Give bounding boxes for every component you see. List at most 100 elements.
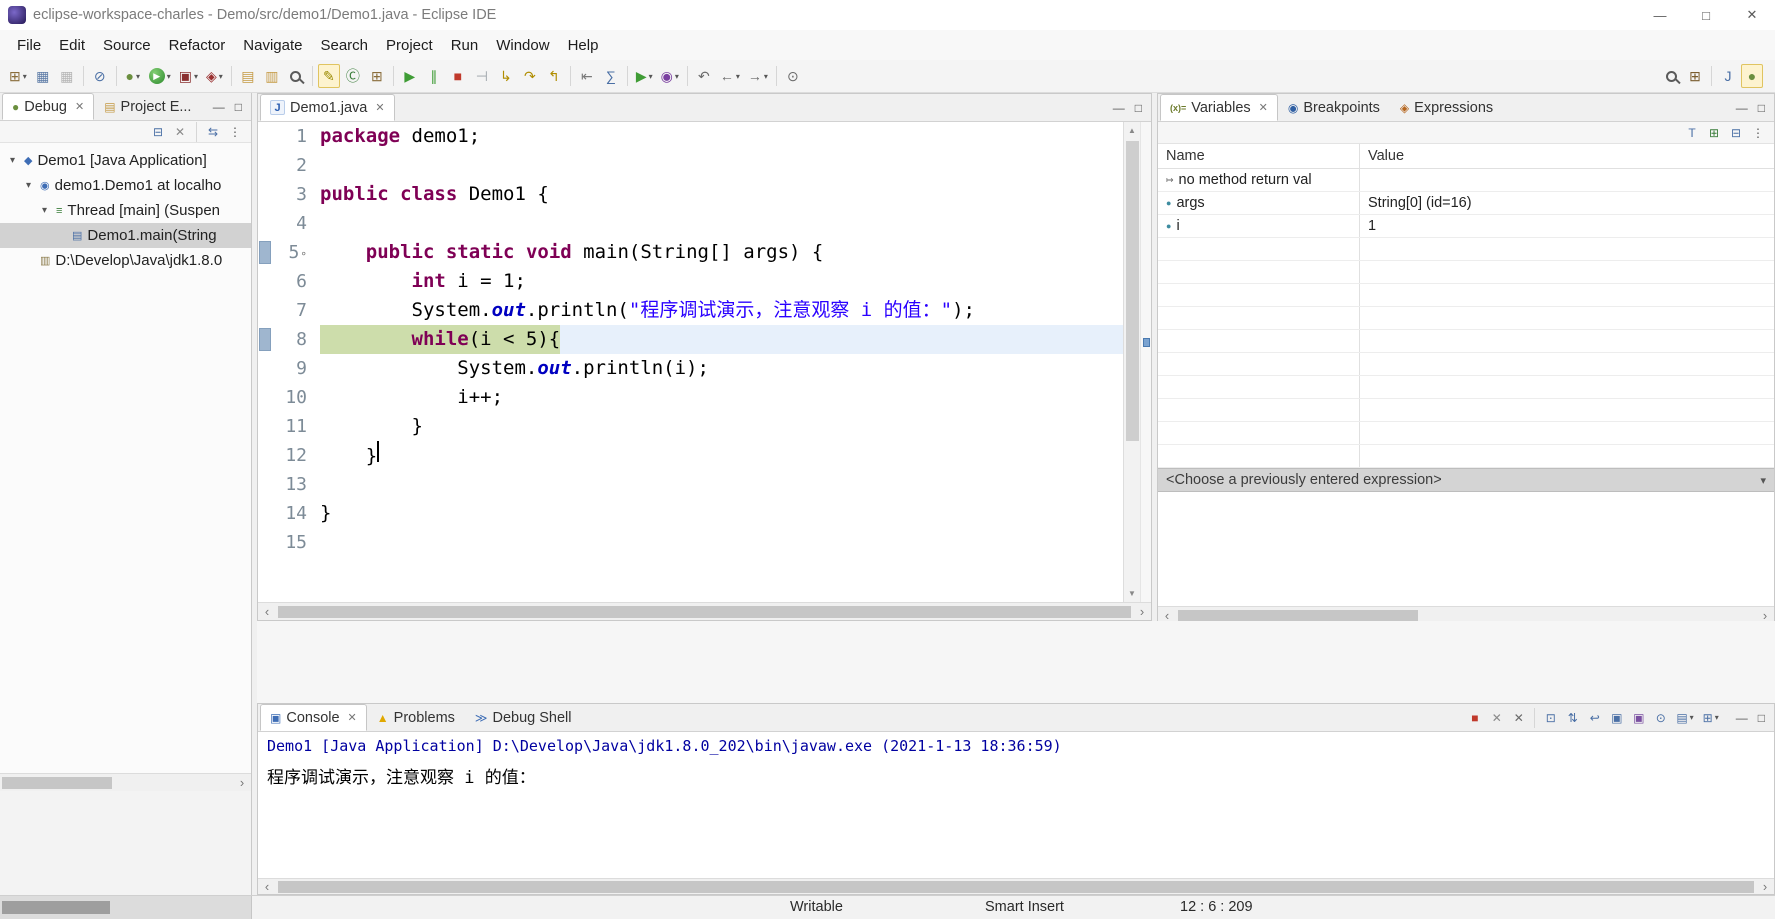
window-maximize-button[interactable]: □ (1683, 0, 1729, 30)
word-wrap-icon[interactable]: ↩ (1585, 708, 1604, 728)
suspend-icon[interactable]: ∥ (423, 64, 445, 88)
console-hscroll[interactable]: ‹ › (258, 878, 1774, 894)
annotation-ruler[interactable] (258, 209, 272, 238)
scroll-right-icon[interactable]: › (1756, 879, 1774, 894)
new-java-package-icon[interactable]: ⊞ (366, 64, 388, 88)
code-line-3[interactable]: 3public class Demo1 { (258, 180, 1123, 209)
terminate-icon[interactable]: ■ (447, 64, 469, 88)
run-external-tools-icon[interactable]: ◈▾ (203, 64, 226, 88)
code-line-6[interactable]: 6 int i = 1; (258, 267, 1123, 296)
column-header-name[interactable]: Name (1158, 144, 1360, 168)
tree-collapse-icon[interactable]: ▾ (6, 155, 19, 166)
scroll-left-icon[interactable]: ‹ (258, 604, 276, 619)
code-line-9[interactable]: 9 System.out.println(i); (258, 354, 1123, 383)
annotation-ruler[interactable] (258, 151, 272, 180)
show-logical-structures-icon[interactable]: ⊞ (1705, 124, 1723, 142)
code-text[interactable]: public static void main(String[] args) { (316, 238, 1123, 267)
menu-help[interactable]: Help (559, 33, 608, 58)
debug-icon[interactable]: ●▾ (122, 64, 144, 88)
editor-vscroll[interactable]: ▲ ▼ (1123, 122, 1140, 602)
tree-item-thread[interactable]: ▾≡Thread [main] (Suspen (0, 198, 251, 223)
show-type-names-icon[interactable]: T (1683, 124, 1701, 142)
window-close-button[interactable]: ✕ (1729, 0, 1775, 30)
close-icon[interactable]: ✕ (375, 101, 384, 114)
code-text[interactable]: } (316, 412, 1123, 441)
scroll-right-icon[interactable]: › (1133, 604, 1151, 619)
code-line-7[interactable]: 7 System.out.println("程序调试演示，注意观察 i 的值："… (258, 296, 1123, 325)
tab-console[interactable]: ▣ Console ✕ (260, 704, 367, 731)
pin-console-icon[interactable]: ⊙ (1651, 708, 1670, 728)
variable-row-args[interactable]: ●argsString[0] (id=16) (1158, 192, 1774, 215)
code-text[interactable]: i++; (316, 383, 1123, 412)
code-line-14[interactable]: 14} (258, 499, 1123, 528)
code-text[interactable]: public class Demo1 { (316, 180, 1123, 209)
code-text[interactable] (316, 209, 1123, 238)
previous-edit-location-icon[interactable]: ↶ (693, 64, 715, 88)
tab-expressions[interactable]: ◈ Expressions (1390, 94, 1503, 121)
tab-project-explorer[interactable]: ▤ Project E... (94, 93, 201, 120)
coverage-icon[interactable]: ▣▾ (176, 64, 201, 88)
scroll-up-icon[interactable]: ▲ (1128, 122, 1136, 139)
terminate-icon[interactable]: ■ (1465, 708, 1484, 728)
menu-source[interactable]: Source (94, 33, 160, 58)
tab-breakpoints[interactable]: ◉ Breakpoints (1278, 94, 1390, 121)
code-text[interactable]: package demo1; (316, 122, 1123, 151)
scrollbar-thumb[interactable] (2, 901, 110, 914)
scrollbar-thumb[interactable] (278, 881, 1754, 893)
scroll-right-icon[interactable]: › (233, 775, 251, 790)
menu-project[interactable]: Project (377, 33, 442, 58)
remove-launch-icon[interactable]: ✕ (1487, 708, 1506, 728)
code-line-15[interactable]: 15 (258, 528, 1123, 557)
annotation-ruler[interactable] (258, 499, 272, 528)
annotation-ruler[interactable] (258, 412, 272, 441)
current-line-marker[interactable] (1143, 338, 1150, 347)
statusbar-left-scrollbar[interactable] (0, 896, 252, 919)
scrollbar-thumb[interactable] (278, 606, 1131, 618)
code-text[interactable]: int i = 1; (316, 267, 1123, 296)
annotation-ruler[interactable] (258, 325, 272, 354)
open-folder-icon[interactable]: ▤ (237, 64, 259, 88)
show-console-on-stdout-icon[interactable]: ▣ (1607, 708, 1626, 728)
tab-variables[interactable]: (x)= Variables ✕ (1160, 94, 1278, 121)
tree-item-stack-frame[interactable]: ▤Demo1.main(String (0, 223, 251, 248)
tree-item-debug-target[interactable]: ▾◉demo1.Demo1 at localho (0, 173, 251, 198)
code-line-2[interactable]: 2 (258, 151, 1123, 180)
debug-view-menu-icon[interactable]: ⋮ (226, 123, 244, 141)
code-line-10[interactable]: 10 i++; (258, 383, 1123, 412)
maximize-icon[interactable]: □ (1758, 101, 1765, 115)
tab-debug-shell[interactable]: ≫ Debug Shell (465, 704, 582, 731)
close-icon[interactable]: ✕ (75, 100, 84, 113)
annotation-ruler[interactable] (258, 441, 272, 470)
annotation-ruler[interactable] (258, 122, 272, 151)
use-step-filters-icon[interactable]: ∑ (600, 64, 622, 88)
tab-demo1-java[interactable]: J Demo1.java ✕ (260, 94, 395, 121)
open-console-icon[interactable]: ⊞▾ (1700, 708, 1722, 728)
code-text[interactable] (316, 528, 1123, 557)
menu-search[interactable]: Search (311, 33, 377, 58)
code-line-12[interactable]: 12 } (258, 441, 1123, 470)
code-line-5[interactable]: 5∘ public static void main(String[] args… (258, 238, 1123, 267)
annotation-ruler[interactable] (258, 354, 272, 383)
tree-item-java-application[interactable]: ▾◆Demo1 [Java Application] (0, 148, 251, 173)
maximize-icon[interactable]: □ (1135, 101, 1142, 115)
variables-detail-pane[interactable] (1158, 492, 1774, 606)
drop-to-frame-icon[interactable]: ⇤ (576, 64, 598, 88)
scrollbar-thumb[interactable] (1178, 610, 1418, 622)
remove-all-terminated-launches-icon[interactable]: ✕ (171, 123, 189, 141)
clear-console-icon[interactable]: ⊡ (1541, 708, 1560, 728)
column-header-value[interactable]: Value (1360, 148, 1774, 164)
code-line-13[interactable]: 13 (258, 470, 1123, 499)
new-java-class-icon[interactable]: Ⓒ (342, 64, 364, 88)
menu-navigate[interactable]: Navigate (234, 33, 311, 58)
menu-edit[interactable]: Edit (50, 33, 94, 58)
code-line-4[interactable]: 4 (258, 209, 1123, 238)
close-icon[interactable]: ✕ (348, 711, 357, 724)
code-text[interactable] (316, 470, 1123, 499)
minimize-icon[interactable]: — (1736, 711, 1748, 725)
scrollbar-thumb[interactable] (2, 777, 112, 789)
code-text[interactable]: System.out.println(i); (316, 354, 1123, 383)
menu-refactor[interactable]: Refactor (160, 33, 235, 58)
code-text[interactable]: while(i < 5){ (316, 325, 1123, 354)
open-file-icon[interactable]: ▥ (261, 64, 283, 88)
run-icon[interactable]: ▶▾ (146, 64, 174, 88)
